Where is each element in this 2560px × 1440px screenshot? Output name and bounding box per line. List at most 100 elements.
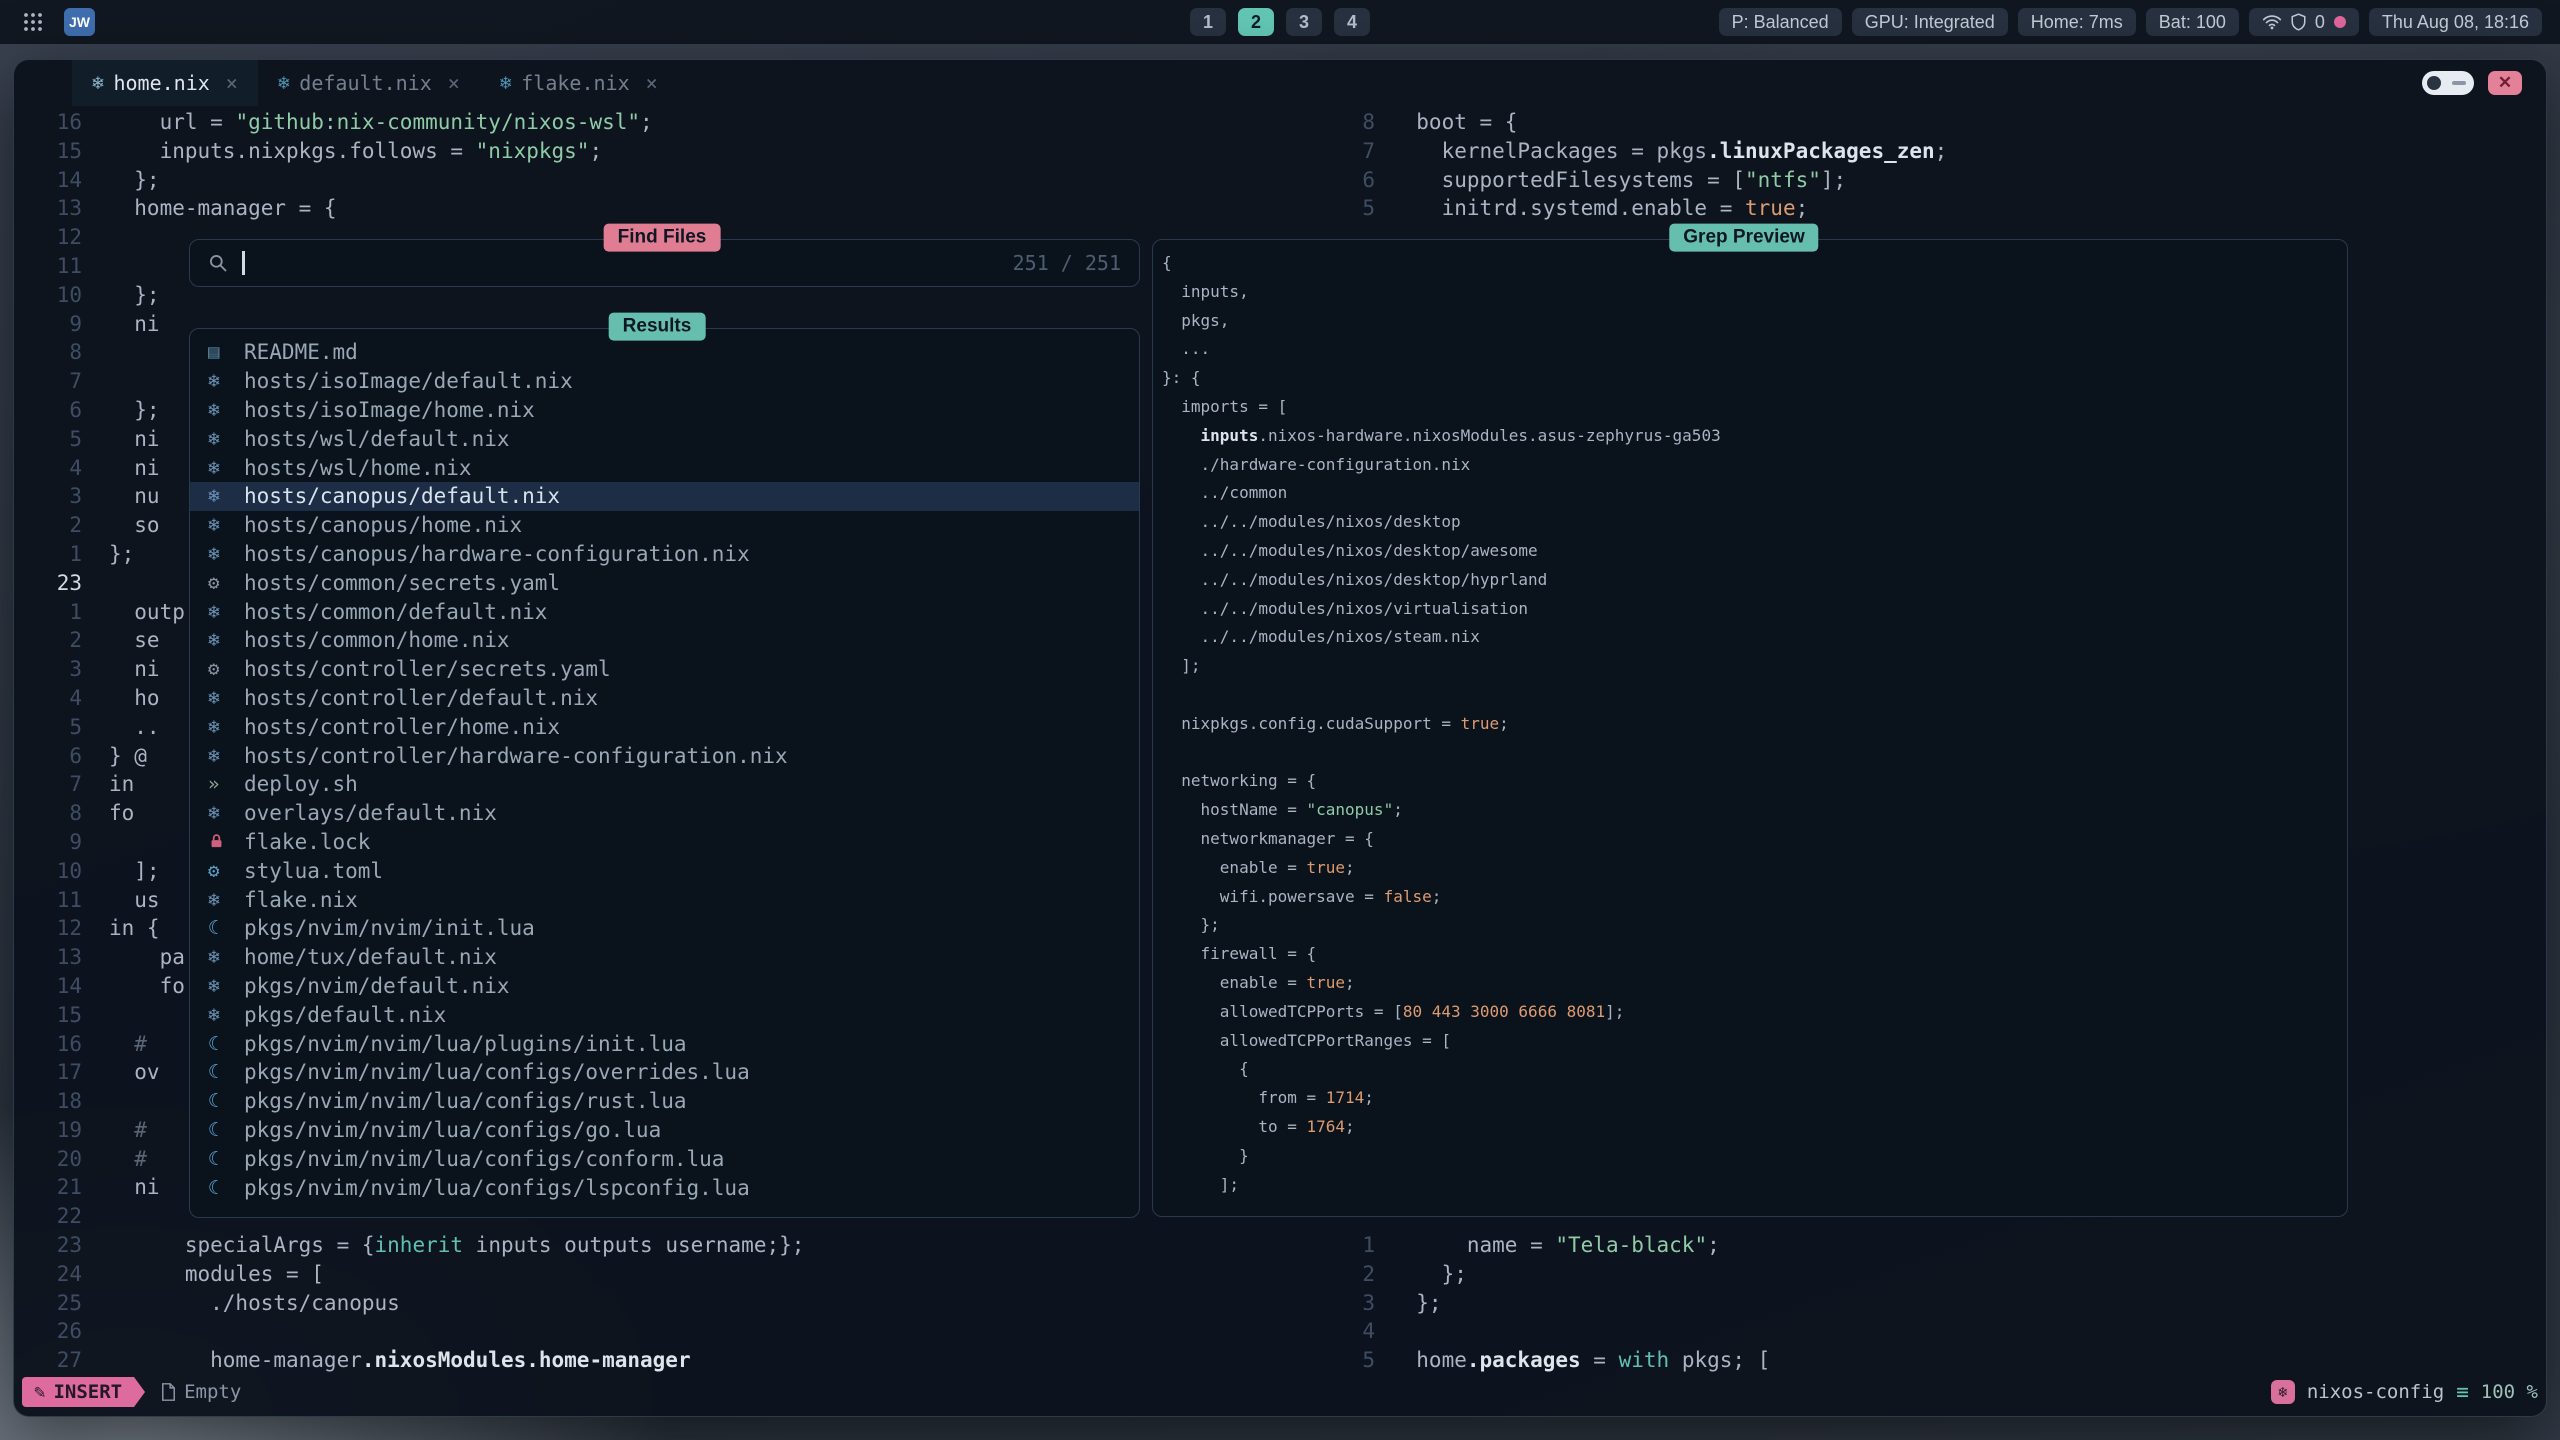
list-item[interactable]: ☾pkgs/nvim/nvim/init.lua (190, 914, 1139, 943)
code-line[interactable]: 7 kernelPackages = pkgs.linuxPackages_ze… (1315, 137, 1947, 166)
file-path-label: hosts/common/home.nix (244, 628, 510, 652)
list-item[interactable]: flake.lock (190, 828, 1139, 857)
line-number: 10 (14, 857, 109, 886)
workspace-button-4[interactable]: 4 (1334, 8, 1370, 36)
file-icon (161, 1383, 176, 1401)
code-line[interactable]: 27 home-manager.nixosModules.home-manage… (14, 1346, 1314, 1375)
code-line[interactable]: 23 specialArgs = {inherit inputs outputs… (14, 1231, 1314, 1260)
top-bar: JW 1 2 3 4 P: Balanced GPU: Integrated H… (0, 0, 2560, 44)
window-opacity-toggle[interactable] (2422, 71, 2474, 95)
list-item[interactable]: ❄hosts/canopus/default.nix (190, 482, 1139, 511)
list-item[interactable]: ⚙hosts/controller/secrets.yaml (190, 655, 1139, 684)
code-line[interactable]: 8 boot = { (1315, 108, 1947, 137)
code-line[interactable]: 5 initrd.systemd.enable = true; (1315, 194, 1947, 223)
code-line[interactable]: 25 ./hosts/canopus (14, 1289, 1314, 1318)
lua-icon: ☾ (208, 917, 244, 939)
power-profile-pill[interactable]: P: Balanced (1719, 8, 1842, 36)
line-number: 7 (1315, 137, 1391, 166)
line-number: 12 (14, 223, 109, 252)
apps-launcher-button[interactable] (18, 7, 48, 37)
code-line[interactable]: 4 (1315, 1317, 1770, 1346)
code-line[interactable]: 15 inputs.nixpkgs.follows = "nixpkgs"; (14, 137, 1314, 166)
line-number: 3 (14, 482, 109, 511)
line-number: 18 (14, 1087, 109, 1116)
shield-icon[interactable] (2291, 13, 2306, 31)
markdown-icon: ▤ (208, 341, 244, 363)
code-line[interactable]: 26 (14, 1317, 1314, 1346)
code-line[interactable]: 13 home-manager = { (14, 194, 1314, 223)
editor-pane-default-nix-bottom: 1 name = "Tela-black";2 };3 };45 home.pa… (1315, 1231, 1770, 1375)
wifi-icon[interactable] (2262, 14, 2282, 31)
list-item[interactable]: ❄hosts/controller/home.nix (190, 712, 1139, 741)
list-item[interactable]: ❄pkgs/default.nix (190, 1000, 1139, 1029)
code-line: ../../modules/nixos/desktop (1162, 508, 2347, 537)
list-item[interactable]: ☾pkgs/nvim/nvim/lua/configs/rust.lua (190, 1087, 1139, 1116)
list-item[interactable]: ❄hosts/common/default.nix (190, 597, 1139, 626)
list-item[interactable]: ❄hosts/common/home.nix (190, 626, 1139, 655)
tab-close-icon[interactable]: × (226, 71, 238, 95)
list-item[interactable]: ⚙stylua.toml (190, 856, 1139, 885)
line-number: 7 (14, 770, 109, 799)
list-item[interactable]: ❄hosts/wsl/home.nix (190, 453, 1139, 482)
list-item[interactable]: ❄hosts/isoImage/home.nix (190, 396, 1139, 425)
workspace-button-1[interactable]: 1 (1190, 8, 1226, 36)
list-item[interactable]: ❄hosts/controller/hardware-configuration… (190, 741, 1139, 770)
code-line[interactable]: 5 home.packages = with pkgs; [ (1315, 1346, 1770, 1375)
code-line[interactable]: 24 modules = [ (14, 1260, 1314, 1289)
list-item[interactable]: ❄hosts/canopus/hardware-configuration.ni… (190, 540, 1139, 569)
list-item[interactable]: ❄flake.nix (190, 885, 1139, 914)
line-number: 13 (14, 194, 109, 223)
list-item[interactable]: ▤README.md (190, 338, 1139, 367)
list-item[interactable]: ☾pkgs/nvim/nvim/lua/configs/conform.lua (190, 1144, 1139, 1173)
list-item[interactable]: ⚙hosts/common/secrets.yaml (190, 568, 1139, 597)
nix-file-icon: ❄ (500, 72, 511, 94)
window-close-button[interactable]: ✕ (2488, 71, 2522, 95)
code-line: { (1162, 249, 2347, 278)
file-path-label: hosts/isoImage/home.nix (244, 398, 535, 422)
record-icon[interactable] (2334, 16, 2346, 28)
workspace-switcher: 1 2 3 4 (1190, 8, 1370, 36)
list-item[interactable]: ☾pkgs/nvim/nvim/lua/configs/lspconfig.lu… (190, 1173, 1139, 1202)
line-number: 6 (1315, 166, 1391, 195)
list-item[interactable]: ❄pkgs/nvim/default.nix (190, 972, 1139, 1001)
logo-badge[interactable]: JW (64, 8, 95, 36)
list-item[interactable]: ☾pkgs/nvim/nvim/lua/configs/go.lua (190, 1116, 1139, 1145)
list-item[interactable]: ❄hosts/wsl/default.nix (190, 424, 1139, 453)
list-item[interactable]: »deploy.sh (190, 770, 1139, 799)
code-line[interactable]: 1 name = "Tela-black"; (1315, 1231, 1770, 1260)
tab-close-icon[interactable]: × (448, 71, 460, 95)
workspace-button-3[interactable]: 3 (1286, 8, 1322, 36)
code-line: ]; (1162, 1171, 2347, 1200)
nix-icon: ❄ (208, 485, 244, 507)
tab-close-icon[interactable]: × (646, 71, 658, 95)
code-line: networkmanager = { (1162, 825, 2347, 854)
line-number: 15 (14, 137, 109, 166)
list-item[interactable]: ❄home/tux/default.nix (190, 943, 1139, 972)
code-line: hostName = "canopus"; (1162, 796, 2347, 825)
line-number: 12 (14, 914, 109, 943)
line-number: 5 (14, 713, 109, 742)
file-path-label: hosts/canopus/default.nix (244, 484, 560, 508)
code-line: inputs, (1162, 278, 2347, 307)
nix-icon: ❄ (208, 399, 244, 421)
code-line[interactable]: 16 url = "github:nix-community/nixos-wsl… (14, 108, 1314, 137)
list-item[interactable]: ☾pkgs/nvim/nvim/lua/plugins/init.lua (190, 1029, 1139, 1058)
list-item[interactable]: ❄hosts/canopus/home.nix (190, 511, 1139, 540)
code-line[interactable]: 2 }; (1315, 1260, 1770, 1289)
code-line: pkgs, (1162, 307, 2347, 336)
code-line[interactable]: 14 }; (14, 166, 1314, 195)
line-number: 9 (14, 828, 109, 857)
list-item[interactable]: ❄hosts/isoImage/default.nix (190, 367, 1139, 396)
list-item[interactable]: ❄overlays/default.nix (190, 799, 1139, 828)
tab-home-nix[interactable]: ❄ home.nix × (72, 60, 258, 106)
list-item[interactable]: ❄hosts/controller/default.nix (190, 684, 1139, 713)
code-line[interactable]: 3 }; (1315, 1289, 1770, 1318)
tab-default-nix[interactable]: ❄ default.nix × (258, 60, 480, 106)
list-item[interactable]: ☾pkgs/nvim/nvim/lua/configs/overrides.lu… (190, 1058, 1139, 1087)
powerline-separator (134, 1377, 145, 1407)
clock-pill[interactable]: Thu Aug 08, 18:16 (2369, 8, 2542, 36)
apps-grid-icon (23, 12, 43, 32)
tab-flake-nix[interactable]: ❄ flake.nix × (480, 60, 678, 106)
workspace-button-2[interactable]: 2 (1238, 8, 1274, 36)
code-line[interactable]: 6 supportedFilesystems = ["ntfs"]; (1315, 166, 1947, 195)
